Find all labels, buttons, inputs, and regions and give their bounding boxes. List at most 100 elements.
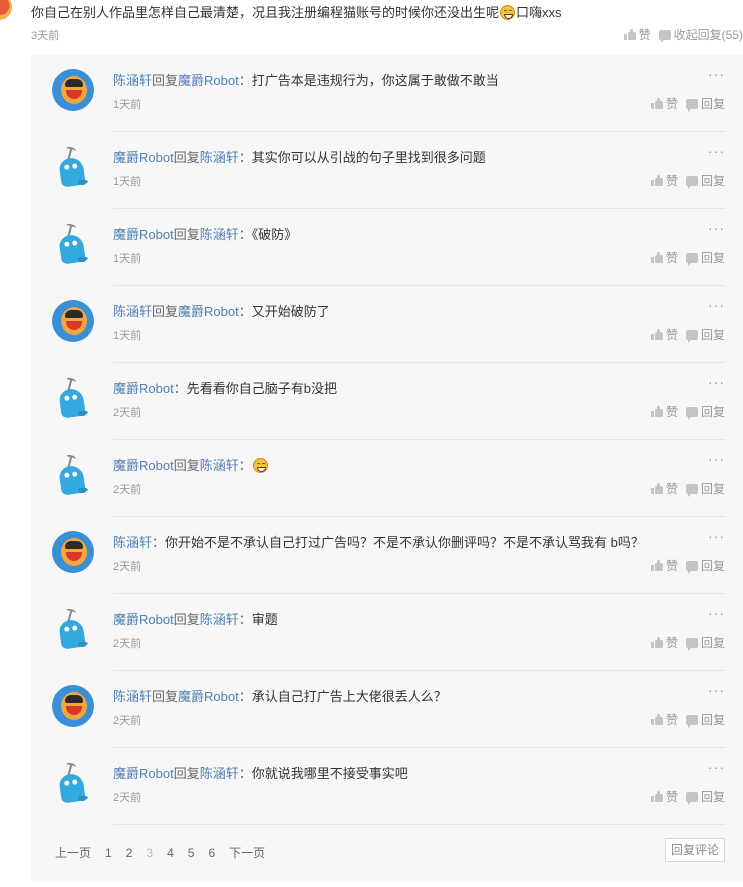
reply-item: 魔爵Robot回复陈涵轩：其实你可以从引战的句子里找到很多问题 1天前 ··· 赞回复 <box>31 132 743 209</box>
collapse-replies-button[interactable]: 收起回复(55) <box>658 26 743 43</box>
like-button[interactable]: 赞 <box>650 172 678 189</box>
reply-label: 回复 <box>700 174 725 188</box>
reply-item: 魔爵Robot回复陈涵轩：《破防》 1天前 ··· 赞回复 <box>31 209 743 286</box>
robot-avatar[interactable] <box>52 377 94 419</box>
like-button[interactable]: 赞 <box>650 634 678 651</box>
reply-author-link[interactable]: 陈涵轩 <box>113 535 152 550</box>
reply-button[interactable]: 回复 <box>685 557 725 574</box>
reply-author-link[interactable]: 魔爵Robot <box>113 766 174 781</box>
more-options-button[interactable]: ··· <box>708 528 725 544</box>
divider <box>113 824 725 825</box>
thumbs-up-icon <box>650 329 663 340</box>
robot-avatar[interactable] <box>52 223 94 265</box>
reply-author-link[interactable]: 魔爵Robot <box>113 458 174 473</box>
like-button[interactable]: 赞 <box>650 557 678 574</box>
parent-like-button[interactable]: 赞 <box>623 26 651 43</box>
reply-target-link[interactable]: 魔爵Robot <box>178 73 239 88</box>
reply-comment-button[interactable]: 回复评论 <box>664 838 725 862</box>
parent-comment-body: 你自己在别人作品里怎样自己最清楚，况且我注册编程猫账号的时候你还没出生呢 <box>31 5 500 20</box>
like-label: 赞 <box>665 790 678 804</box>
more-options-button[interactable]: ··· <box>708 759 725 775</box>
robot-avatar[interactable] <box>52 608 94 650</box>
more-options-button[interactable]: ··· <box>708 682 725 698</box>
reply-target-link[interactable]: 陈涵轩 <box>200 612 239 627</box>
more-options-button[interactable]: ··· <box>708 605 725 621</box>
like-button[interactable]: 赞 <box>650 95 678 112</box>
reply-time: 2天前 <box>113 638 142 650</box>
reply-colon: ： <box>238 689 252 704</box>
reply-time: 2天前 <box>113 561 142 573</box>
monkey-avatar[interactable] <box>52 69 94 111</box>
robot-avatar[interactable] <box>52 454 94 496</box>
like-label: 赞 <box>665 713 678 727</box>
like-label: 赞 <box>665 174 678 188</box>
monkey-avatar[interactable] <box>52 300 94 342</box>
reply-author-link[interactable]: 陈涵轩 <box>113 73 152 88</box>
reply-content: 打广告本是违规行为，你这属于敢做不敢当 <box>251 73 499 88</box>
like-button[interactable]: 赞 <box>650 326 678 343</box>
reply-item: 魔爵Robot回复陈涵轩：你就说我哪里不接受事实吧 2天前 ··· 赞回复 <box>31 748 743 825</box>
reply-author-link[interactable]: 魔爵Robot <box>113 227 174 242</box>
reply-button[interactable]: 回复 <box>685 711 725 728</box>
page-link-5[interactable]: 5 <box>188 846 195 860</box>
reply-line: 陈涵轩：你开始不是不承认自己打过广告吗？不是不承认你删评吗？不是不承认骂我有 b… <box>113 532 644 551</box>
comment-bubble-icon <box>658 29 671 43</box>
page-link-2[interactable]: 2 <box>126 846 133 860</box>
next-page-link[interactable]: 下一页 <box>229 844 265 861</box>
reply-button[interactable]: 回复 <box>685 634 725 651</box>
reply-button[interactable]: 回复 <box>685 95 725 112</box>
more-options-button[interactable]: ··· <box>708 66 725 82</box>
like-button[interactable]: 赞 <box>650 403 678 420</box>
reply-button[interactable]: 回复 <box>685 249 725 266</box>
thumbs-up-icon <box>650 175 663 186</box>
commenter-avatar[interactable] <box>0 0 12 20</box>
reply-to-word: 回复 <box>173 458 200 473</box>
more-options-button[interactable]: ··· <box>708 143 725 159</box>
like-button[interactable]: 赞 <box>650 788 678 805</box>
reply-author-link[interactable]: 陈涵轩 <box>113 304 152 319</box>
reply-target-link[interactable]: 陈涵轩 <box>200 227 239 242</box>
reply-author-link[interactable]: 魔爵Robot <box>113 150 174 165</box>
page-link-1[interactable]: 1 <box>105 846 112 860</box>
reply-line: 陈涵轩回复魔爵Robot：又开始破防了 <box>113 301 330 320</box>
reply-line: 魔爵Robot回复陈涵轩：《破防》 <box>113 224 297 243</box>
more-options-button[interactable]: ··· <box>708 374 725 390</box>
monkey-avatar[interactable] <box>52 531 94 573</box>
comment-bubble-icon <box>685 714 698 728</box>
reply-button[interactable]: 回复 <box>685 403 725 420</box>
robot-avatar[interactable] <box>52 762 94 804</box>
like-button[interactable]: 赞 <box>650 480 678 497</box>
reply-author-link[interactable]: 陈涵轩 <box>113 689 152 704</box>
thumbs-up-icon <box>650 483 663 494</box>
monkey-avatar[interactable] <box>52 685 94 727</box>
reply-item: 魔爵Robot回复陈涵轩： 2天前 ··· 赞回复 <box>31 440 743 517</box>
page-link-4[interactable]: 4 <box>167 846 174 860</box>
more-options-button[interactable]: ··· <box>708 220 725 236</box>
reply-target-link[interactable]: 魔爵Robot <box>178 689 239 704</box>
reply-target-link[interactable]: 魔爵Robot <box>178 304 239 319</box>
more-options-button[interactable]: ··· <box>708 297 725 313</box>
reply-button[interactable]: 回复 <box>685 172 725 189</box>
reply-button[interactable]: 回复 <box>685 480 725 497</box>
reply-author-link[interactable]: 魔爵Robot <box>113 612 174 627</box>
more-options-button[interactable]: ··· <box>708 451 725 467</box>
collapse-replies-label: 收起回复(55) <box>673 28 743 42</box>
like-button[interactable]: 赞 <box>650 711 678 728</box>
reply-to-word: 回复 <box>152 304 179 319</box>
robot-avatar[interactable] <box>52 146 94 188</box>
comment-bubble-icon <box>685 406 698 420</box>
prev-page-link[interactable]: 上一页 <box>55 844 91 861</box>
divider <box>113 362 725 363</box>
reply-colon: ： <box>238 766 252 781</box>
reply-target-link[interactable]: 陈涵轩 <box>200 150 239 165</box>
reply-time: 1天前 <box>113 176 142 188</box>
comment-bubble-icon <box>685 98 698 112</box>
reply-button[interactable]: 回复 <box>685 788 725 805</box>
reply-button[interactable]: 回复 <box>685 326 725 343</box>
like-button[interactable]: 赞 <box>650 249 678 266</box>
reply-target-link[interactable]: 陈涵轩 <box>200 766 239 781</box>
thumbs-up-icon <box>623 29 636 40</box>
page-link-6[interactable]: 6 <box>208 846 215 860</box>
reply-author-link[interactable]: 魔爵Robot <box>113 381 174 396</box>
reply-target-link[interactable]: 陈涵轩 <box>200 458 239 473</box>
